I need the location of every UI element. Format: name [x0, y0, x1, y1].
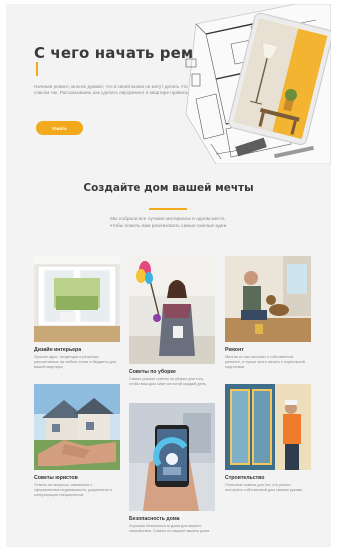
- interior-photo: [34, 256, 120, 342]
- section-accent-bar: [149, 208, 187, 210]
- page: С чего начать ремонт Начиная ремонт, мно…: [6, 4, 331, 547]
- card-text: Самые разные советы по уборке для того, …: [129, 377, 206, 386]
- card-interior-design[interactable]: Дизайн интерьера Лучшие идеи, тенденции …: [34, 256, 120, 370]
- card-renovation[interactable]: Ремонт Многие из нас мечтают о собственн…: [225, 256, 311, 370]
- construction-photo: [225, 384, 311, 470]
- card-construction[interactable]: Строительство Полезные советы для тех, к…: [225, 384, 311, 493]
- card-home-security[interactable]: Безопасность дома Хорошая безопасность д…: [129, 403, 215, 534]
- card-text: Лучшие идеи, тенденции и решения, рассчи…: [34, 355, 117, 369]
- renovation-photo: [225, 256, 311, 342]
- card-title: Ремонт: [225, 347, 244, 353]
- card-text: Полезные советы для тех, кто решил постр…: [225, 483, 303, 492]
- section-description: Мы собрали все лучшие материалы в одном …: [109, 217, 227, 229]
- lawyer-photo: [34, 384, 120, 470]
- cleaning-photo: [129, 256, 215, 364]
- hero-section: С чего начать ремонт Начиная ремонт, мно…: [6, 4, 331, 164]
- card-title: Безопасность дома: [129, 516, 180, 522]
- blueprint-tablet-image: [185, 4, 331, 164]
- learn-more-button[interactable]: Узнать: [36, 121, 83, 135]
- security-photo: [129, 403, 215, 511]
- section-title: Создайте дом вашей мечты: [83, 182, 254, 194]
- card-title: Дизайн интерьера: [34, 347, 82, 353]
- card-title: Советы по уборке: [129, 369, 176, 375]
- card-text: Многие из нас мечтают о собственном ремо…: [225, 355, 305, 369]
- hero-accent-bar: [36, 62, 38, 76]
- card-text: Ответы на вопросы, связанные с оформлени…: [34, 483, 112, 497]
- card-title: Строительство: [225, 475, 265, 481]
- hero-illustration: [156, 4, 331, 164]
- card-lawyer-tips[interactable]: Советы юристов Ответы на вопросы, связан…: [34, 384, 120, 498]
- card-text: Хорошая безопасность дома для вашего спо…: [129, 524, 210, 533]
- card-title: Советы юристов: [34, 475, 78, 481]
- card-cleaning-tips[interactable]: Советы по уборке Самые разные советы по …: [129, 256, 215, 387]
